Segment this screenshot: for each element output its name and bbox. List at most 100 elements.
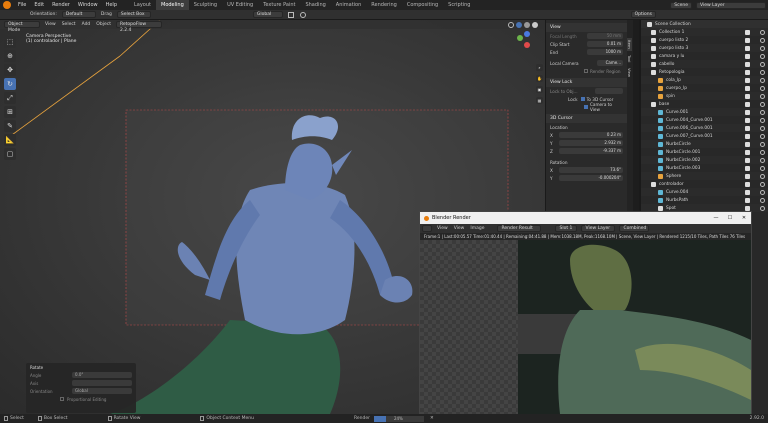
outliner-item[interactable]: NurbsCircle.002 (641, 156, 768, 164)
annotate-tool-icon[interactable]: ✎ (4, 120, 16, 132)
tab-scripting[interactable]: Scripting (443, 0, 475, 10)
select-tool-icon[interactable]: ⬚ (4, 36, 16, 48)
rendered-shading-icon[interactable] (532, 21, 538, 28)
outliner-item[interactable]: cuerpo_lp (641, 84, 768, 92)
outliner-item[interactable]: camara y lu (641, 52, 768, 60)
visibility-eye-icon[interactable] (760, 53, 765, 59)
outliner-item[interactable]: NurbsCircle.001 (641, 148, 768, 156)
minimize-icon[interactable]: — (709, 215, 723, 221)
menu-render[interactable]: Render (48, 2, 74, 8)
options-dropdown[interactable]: Options (630, 11, 656, 18)
tab-modeling[interactable]: Modeling (156, 0, 189, 10)
menu-file[interactable]: File (14, 2, 30, 8)
tab-rendering[interactable]: Rendering (366, 0, 402, 10)
move-tool-icon[interactable]: ✥ (4, 64, 16, 76)
cursor-tool-icon[interactable]: ⊕ (4, 50, 16, 62)
visibility-eye-icon[interactable] (760, 117, 765, 123)
menu-window[interactable]: Window (74, 2, 102, 8)
outliner-item[interactable]: cuerpo listo 3 (641, 44, 768, 52)
view-lock-section-header[interactable]: View Lock (546, 78, 627, 87)
tab-compositing[interactable]: Compositing (402, 0, 443, 10)
exclude-checkbox[interactable] (745, 133, 750, 139)
outliner-item[interactable]: spin (641, 92, 768, 100)
exclude-checkbox[interactable] (745, 29, 750, 35)
measure-tool-icon[interactable]: 📐 (4, 134, 16, 146)
exclude-checkbox[interactable] (745, 85, 750, 91)
outliner-item[interactable]: NurbsCircle (641, 140, 768, 148)
maximize-icon[interactable]: ☐ (723, 215, 737, 221)
object-mode-dropdown[interactable]: Object Mode (4, 21, 40, 33)
exclude-checkbox[interactable] (745, 37, 750, 43)
visibility-eye-icon[interactable] (760, 45, 765, 51)
render-region-checkbox[interactable] (584, 69, 588, 73)
visibility-eye-icon[interactable] (760, 173, 765, 179)
exclude-checkbox[interactable] (745, 165, 750, 171)
exclude-checkbox[interactable] (745, 125, 750, 131)
exclude-checkbox[interactable] (745, 197, 750, 203)
rotate-tool-icon[interactable]: ↻ (4, 78, 16, 90)
loc-y-field[interactable]: 2.932 m (559, 140, 623, 146)
orientation-dropdown[interactable]: Default (61, 11, 96, 18)
angle-field[interactable]: 0.0° (72, 372, 132, 378)
wireframe-shading-icon[interactable] (508, 21, 514, 28)
render-menu-image[interactable]: Image (470, 226, 484, 231)
grid-icon[interactable]: ▦ (536, 97, 543, 104)
orientation-field[interactable]: Global (72, 388, 132, 394)
zoom-icon[interactable]: ⌕ (536, 64, 543, 71)
operator-title[interactable]: Rotate (26, 363, 136, 371)
tab-uv-editing[interactable]: UV Editing (222, 0, 258, 10)
outliner-item[interactable]: cabello (641, 60, 768, 68)
render-canvas[interactable] (420, 240, 751, 414)
outliner-item[interactable]: Curve.001 (641, 108, 768, 116)
outliner-item[interactable]: NurbsCircle.003 (641, 164, 768, 172)
clip-start-field[interactable]: 0.01 m (587, 41, 623, 47)
material-shading-icon[interactable] (524, 21, 530, 28)
exclude-checkbox[interactable] (745, 149, 750, 155)
loc-z-field[interactable]: -9.337 m (559, 148, 623, 154)
proportional-checkbox[interactable] (60, 397, 64, 401)
viewport-menu-view[interactable]: View (45, 22, 56, 27)
outliner-item[interactable]: Curve.004 (641, 188, 768, 196)
exclude-checkbox[interactable] (745, 117, 750, 123)
menu-help[interactable]: Help (102, 2, 121, 8)
menu-edit[interactable]: Edit (30, 2, 48, 8)
visibility-eye-icon[interactable] (760, 109, 765, 115)
viewport-menu-add[interactable]: Add (82, 22, 91, 27)
local-camera-field[interactable]: Came... (597, 60, 623, 66)
visibility-eye-icon[interactable] (760, 69, 765, 75)
image-name-field[interactable]: Render Result (497, 225, 542, 232)
render-menu-view-2[interactable]: View (454, 226, 465, 231)
rot-x-field[interactable]: 73.6° (559, 167, 623, 173)
exclude-checkbox[interactable] (745, 69, 750, 75)
exclude-checkbox[interactable] (745, 93, 750, 99)
visibility-eye-icon[interactable] (760, 165, 765, 171)
exclude-checkbox[interactable] (745, 101, 750, 107)
visibility-eye-icon[interactable] (760, 189, 765, 195)
solid-shading-icon[interactable] (516, 21, 522, 28)
slot-dropdown[interactable]: Slot 1 (555, 225, 578, 232)
tab-view[interactable]: View (627, 66, 632, 79)
render-menu-view[interactable]: View (437, 226, 448, 231)
outliner-item[interactable]: cuerpo listo 2 (641, 36, 768, 44)
exclude-checkbox[interactable] (745, 77, 750, 83)
exclude-checkbox[interactable] (745, 53, 750, 59)
outliner-item[interactable]: Curve.004_Curve.001 (641, 116, 768, 124)
outliner-item[interactable]: Curve.006_Curve.001 (641, 124, 768, 132)
outliner-item[interactable]: base (641, 100, 768, 108)
outliner-item[interactable]: Sphere (641, 172, 768, 180)
visibility-eye-icon[interactable] (760, 133, 765, 139)
outliner-item[interactable]: Curve.007_Curve.001 (641, 132, 768, 140)
transform-tool-icon[interactable]: ⊞ (4, 106, 16, 118)
exclude-checkbox[interactable] (745, 205, 750, 211)
tab-shading[interactable]: Shading (300, 0, 330, 10)
view-layer-selector[interactable]: View Layer (696, 1, 766, 9)
tab-tool[interactable]: Tool (627, 53, 632, 64)
add-cube-tool-icon[interactable]: ▢ (4, 148, 16, 160)
retopoflow-button[interactable]: RetopoFlow 2.2.4 (115, 21, 162, 33)
exclude-checkbox[interactable] (745, 61, 750, 67)
editor-type-dropdown[interactable] (422, 225, 432, 232)
visibility-eye-icon[interactable] (760, 61, 765, 67)
loc-x-field[interactable]: 0.23 m (559, 132, 623, 138)
visibility-eye-icon[interactable] (760, 37, 765, 43)
viewport-menu-object[interactable]: Object (96, 22, 111, 27)
